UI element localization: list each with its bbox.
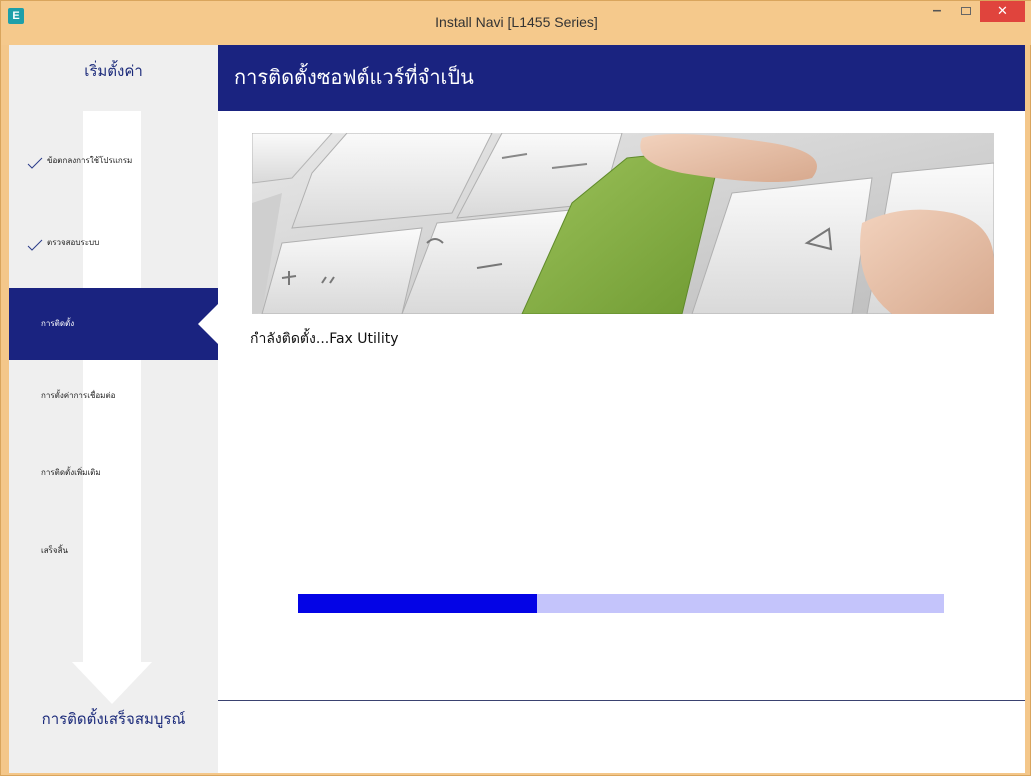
- install-status-text: กำลังติดตั้ง...Fax Utility: [250, 331, 399, 347]
- check-icon: [27, 239, 43, 251]
- step-agreement: ข้อตกลงการใช้โปรแกรม: [9, 125, 218, 197]
- close-button[interactable]: ✕: [980, 1, 1025, 22]
- minimize-button[interactable]: –: [923, 1, 951, 22]
- step-installation: การติดตั้ง: [9, 288, 218, 360]
- step-additional-install: การติดตั้งเพิ่มเติม: [9, 437, 218, 509]
- sidebar-footer: การติดตั้งเสร็จสมบูรณ์: [41, 710, 186, 728]
- step-label: การติดตั้ง: [41, 319, 75, 328]
- step-system-check: ตรวจสอบระบบ: [9, 207, 218, 279]
- footer-divider: [218, 700, 1025, 701]
- keyboard-illustration: [252, 133, 994, 314]
- check-icon: [27, 157, 43, 169]
- step-label: ตรวจสอบระบบ: [47, 238, 100, 247]
- title-bar[interactable]: E Install Navi [L1455 Series] – ✕: [1, 1, 1031, 45]
- window-title: Install Navi [L1455 Series]: [435, 14, 598, 30]
- step-label: การตั้งค่าการเชื่อมต่อ: [41, 391, 116, 400]
- step-sidebar: เริ่มตั้งค่า ข้อตกลงการใช้โปรแกรม ตรวจสอ…: [9, 45, 218, 773]
- keyboard-banner-image: [252, 133, 994, 314]
- progress-arrow-head: [72, 662, 152, 704]
- maximize-button[interactable]: [952, 1, 979, 22]
- step-label: ข้อตกลงการใช้โปรแกรม: [47, 156, 133, 165]
- main-panel: การติดตั้งซอฟต์แวร์ที่จำเป็น กำลังติดตั้…: [218, 45, 1025, 773]
- step-label: การติดตั้งเพิ่มเติม: [41, 468, 101, 477]
- step-label: เสร็จสิ้น: [41, 546, 68, 555]
- page-title: การติดตั้งซอฟต์แวร์ที่จำเป็น: [234, 65, 474, 89]
- installer-window: E Install Navi [L1455 Series] – ✕ เริ่มต…: [0, 0, 1031, 776]
- progress-bar-fill: [298, 594, 538, 613]
- sidebar-title: เริ่มตั้งค่า: [84, 62, 143, 80]
- step-connection-setup: การตั้งค่าการเชื่อมต่อ: [9, 360, 218, 432]
- progress-bar: [298, 594, 944, 613]
- active-step-pointer: [198, 304, 218, 344]
- maximize-icon: [961, 7, 971, 15]
- page-header: การติดตั้งซอฟต์แวร์ที่จำเป็น: [218, 45, 1025, 111]
- step-finish: เสร็จสิ้น: [9, 515, 218, 587]
- window-content: เริ่มตั้งค่า ข้อตกลงการใช้โปรแกรม ตรวจสอ…: [9, 45, 1025, 773]
